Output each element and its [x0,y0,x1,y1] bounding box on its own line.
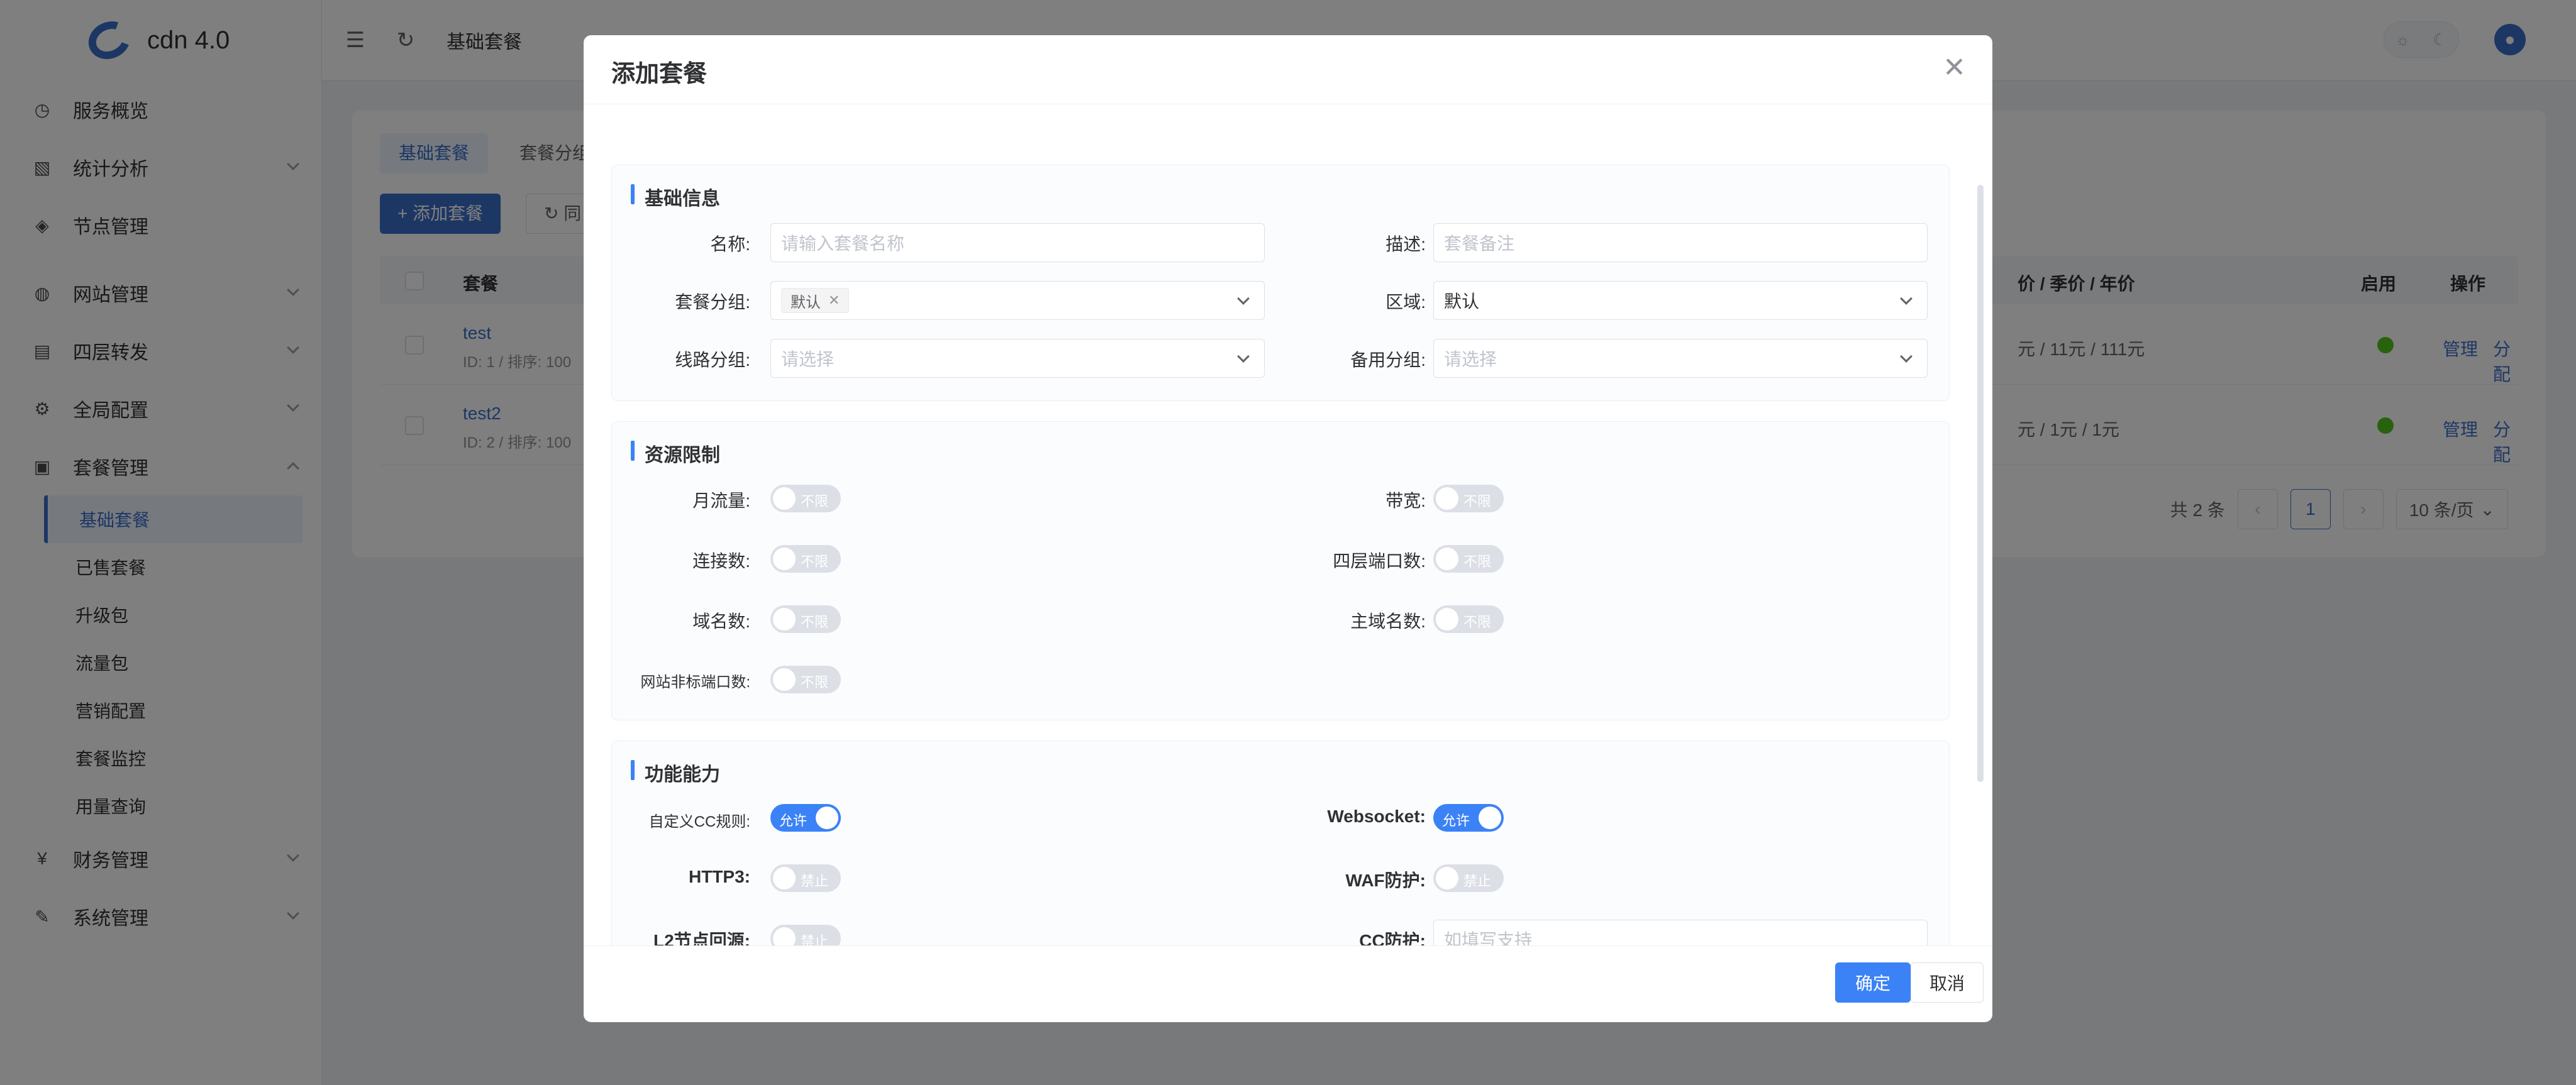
toggle-text: 不限 [1463,614,1492,630]
group-select[interactable]: 默认 ✕ [770,281,1265,320]
main-domains-toggle[interactable]: 不限 [1433,605,1504,633]
toggle-knob [1436,867,1458,889]
group-tag: 默认 ✕ [781,288,850,313]
nonstd-ports-label: 网站非标端口数: [640,674,750,691]
region-value: 默认 [1444,292,1480,311]
domains-label: 域名数: [692,612,750,631]
dialog-title: 添加套餐 [611,61,708,87]
websocket-toggle[interactable]: 允许 [1433,804,1504,832]
toggle-text: 禁止 [801,934,829,945]
chevron-down-icon [1900,292,1913,305]
desc-input[interactable]: 套餐备注 [1433,223,1928,262]
cc-protect-input[interactable]: 如填写支持 [1433,920,1928,945]
line-group-label: 线路分组: [675,350,750,370]
line-group-select[interactable]: 请选择 [770,339,1265,378]
toggle-knob [1479,807,1501,829]
dialog-header: 添加套餐 ✕ [584,35,1992,104]
bandwidth-label: 带宽: [1385,491,1426,510]
backup-group-placeholder: 请选择 [1444,350,1497,369]
toggle-knob [773,608,796,631]
line-group-placeholder: 请选择 [781,350,835,369]
close-icon[interactable]: ✕ [1943,52,1966,84]
chevron-down-icon [1237,292,1250,305]
nonstd-ports-toggle[interactable]: 不限 [770,666,841,693]
connections-toggle[interactable]: 不限 [770,545,841,573]
monthly-traffic-label: 月流量: [692,491,750,510]
add-package-dialog: 添加套餐 ✕ 基础信息 名称: 请输入套餐名称 描述: 套餐备注 套餐分组: 默… [584,35,1992,1022]
waf-toggle[interactable]: 禁止 [1433,864,1504,892]
toggle-text: 允许 [779,813,808,829]
waf-label: WAF防护: [1345,871,1426,890]
section-title-resource: 资源限制 [631,439,720,467]
http3-label: HTTP3: [689,867,750,886]
connections-label: 连接数: [692,551,750,571]
resource-limit-section: 资源限制 月流量: 不限 带宽: 不限 连接数: 不限 四层端口数: 不限 域名… [611,421,1950,720]
toggle-knob [773,487,796,510]
bandwidth-toggle[interactable]: 不限 [1433,485,1504,512]
toggle-text: 不限 [1463,554,1492,570]
toggle-knob [1436,608,1458,631]
main-domains-label: 主域名数: [1350,612,1426,631]
cc-protect-label: CC防护: [1359,931,1426,945]
dialog-scrollbar[interactable] [1977,185,1984,782]
chevron-down-icon [1900,350,1913,363]
group-tag-label: 默认 [791,294,821,311]
toggle-text: 禁止 [1463,873,1492,889]
dialog-body: 基础信息 名称: 请输入套餐名称 描述: 套餐备注 套餐分组: 默认 ✕ 区域: … [584,104,1992,945]
toggle-knob [1436,487,1458,510]
toggle-text: 允许 [1442,813,1470,829]
name-input[interactable]: 请输入套餐名称 [770,223,1265,262]
custom-cc-toggle[interactable]: 允许 [770,804,841,832]
toggle-text: 不限 [801,675,829,690]
dialog-footer: 确定 取消 [584,945,1992,1022]
toggle-text: 不限 [1463,493,1492,509]
cancel-button[interactable]: 取消 [1911,962,1984,1003]
chevron-down-icon [1237,350,1250,363]
group-label: 套餐分组: [675,292,750,312]
toggle-text: 不限 [801,614,829,630]
basic-info-section: 基础信息 名称: 请输入套餐名称 描述: 套餐备注 套餐分组: 默认 ✕ 区域: … [611,165,1950,401]
websocket-label: Websocket: [1327,807,1426,826]
toggle-knob [816,807,838,829]
toggle-text: 不限 [801,493,829,509]
name-label: 名称: [710,234,750,254]
section-title-feature: 功能能力 [631,759,720,786]
l4-ports-toggle[interactable]: 不限 [1433,545,1504,573]
toggle-knob [773,548,796,570]
monthly-traffic-toggle[interactable]: 不限 [770,485,841,512]
desc-label: 描述: [1385,234,1426,254]
l2-origin-label: L2节点回源: [653,931,750,945]
toggle-text: 禁止 [801,873,829,889]
toggle-knob [773,668,796,691]
section-title-basic: 基础信息 [631,183,720,211]
backup-group-label: 备用分组: [1350,350,1426,370]
toggle-knob [773,867,796,889]
tag-close-icon[interactable]: ✕ [828,292,840,309]
region-label: 区域: [1385,292,1426,312]
custom-cc-label: 自定义CC规则: [648,813,750,830]
backup-group-select[interactable]: 请选择 [1433,339,1928,378]
l2-origin-toggle[interactable]: 禁止 [770,925,841,945]
toggle-text: 不限 [801,554,829,570]
confirm-button[interactable]: 确定 [1835,962,1911,1003]
toggle-knob [1436,548,1458,570]
toggle-knob [773,927,796,945]
domains-toggle[interactable]: 不限 [770,605,841,633]
l4-ports-label: 四层端口数: [1333,551,1426,571]
http3-toggle[interactable]: 禁止 [770,864,841,892]
feature-section: 功能能力 自定义CC规则: 允许 Websocket: 允许 HTTP3: 禁止… [611,741,1950,945]
region-select[interactable]: 默认 [1433,281,1928,320]
